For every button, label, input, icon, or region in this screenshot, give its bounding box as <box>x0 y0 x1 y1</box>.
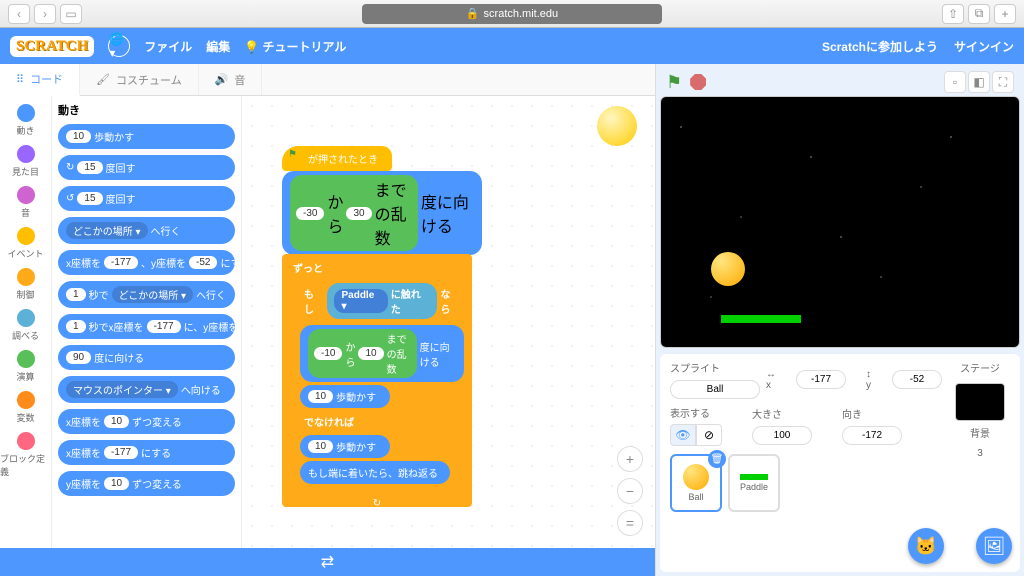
palette-heading: 動き <box>58 102 235 118</box>
block-move-1[interactable]: 10歩動かす <box>300 385 390 408</box>
signin-link[interactable]: サインイン <box>954 38 1014 55</box>
block-point-towards[interactable]: マウスのポインター ▾へ向ける <box>58 376 235 403</box>
block-glide[interactable]: 1秒でどこかの場所 ▾へ行く <box>58 281 235 308</box>
script-canvas[interactable]: ⚑が押されたとき -30から30までの乱数度に向ける ずっと もしPaddle … <box>242 96 655 548</box>
show-on[interactable]: 👁 <box>670 424 696 446</box>
sidebar-button[interactable]: ▭ <box>60 4 82 24</box>
block-move-2[interactable]: 10歩動かす <box>300 435 390 458</box>
sprite-y-input[interactable] <box>892 370 942 389</box>
block-turn-cw[interactable]: ↻15度回す <box>58 155 235 180</box>
sprite-x-input[interactable] <box>796 370 846 389</box>
category-制御[interactable]: 制御 <box>0 264 51 305</box>
script-stack[interactable]: ⚑が押されたとき -30から30までの乱数度に向ける ずっと もしPaddle … <box>282 146 482 507</box>
share-button[interactable]: ⇧ <box>942 4 964 24</box>
forward-button[interactable]: › <box>34 4 56 24</box>
sprite-ball-onstage[interactable] <box>711 252 745 286</box>
block-palette: 動き 10歩動かす ↻15度回す ↺15度回す どこかの場所 ▾へ行く x座標を… <box>52 96 242 548</box>
language-button[interactable]: 🌐 ▾ <box>108 35 130 57</box>
block-categories: 動き見た目音イベント制御調べる演算変数ブロック定義 <box>0 96 52 548</box>
category-見た目[interactable]: 見た目 <box>0 141 51 182</box>
stage-thumbnail[interactable] <box>955 383 1005 421</box>
block-if-else[interactable]: もしPaddle ▾に触れたなら -10から10までの乱数度に向ける 10歩動か… <box>293 277 471 498</box>
edit-menu[interactable]: 編集 <box>206 38 230 55</box>
sprite-tile-paddle[interactable]: Paddle <box>728 454 780 512</box>
block-setx[interactable]: x座標を-177にする <box>58 440 235 465</box>
stop-button[interactable] <box>690 74 706 90</box>
backpack-button[interactable]: ⇄ <box>0 548 655 576</box>
hat-when-flag[interactable]: ⚑が押されたとき <box>282 146 392 171</box>
editor-tabs: ⠿コード 🖌コスチューム 🔊音 <box>0 64 655 96</box>
tab-costumes[interactable]: 🖌コスチューム <box>80 64 199 95</box>
block-gotoxy[interactable]: x座標を-177、y座標を-52にする <box>58 250 235 275</box>
category-演算[interactable]: 演算 <box>0 346 51 387</box>
block-forever[interactable]: ずっと もしPaddle ▾に触れたなら -10から10までの乱数度に向ける 1… <box>282 254 472 507</box>
block-move-steps[interactable]: 10歩動かす <box>58 124 235 149</box>
block-bounce[interactable]: もし端に着いたら、跳ね返る <box>300 461 450 484</box>
category-調べる[interactable]: 調べる <box>0 305 51 346</box>
zoom-in[interactable]: + <box>617 446 643 472</box>
top-bar: SCRATCH 🌐 ▾ ファイル 編集 💡 チュートリアル Scratchに参加… <box>0 28 1024 64</box>
block-goto[interactable]: どこかの場所 ▾へ行く <box>58 217 235 244</box>
stage[interactable] <box>660 96 1020 348</box>
back-button[interactable]: ‹ <box>8 4 30 24</box>
block-point-random[interactable]: -30から30までの乱数度に向ける <box>282 171 482 255</box>
backpack-icon: ⇄ <box>321 552 334 572</box>
sprite-size-input[interactable] <box>752 426 812 445</box>
scratch-logo[interactable]: SCRATCH <box>10 36 94 57</box>
block-point-dir[interactable]: 90度に向ける <box>58 345 235 370</box>
block-glidexy[interactable]: 1秒でx座標を-177に、y座標を <box>58 314 235 339</box>
delete-sprite[interactable]: 🗑 <box>708 450 726 468</box>
sprite-paddle-onstage[interactable] <box>721 315 801 323</box>
block-changex[interactable]: x座標を10ずつ変える <box>58 409 235 434</box>
sprite-name-input[interactable] <box>670 380 760 399</box>
small-stage-button[interactable]: ▫ <box>944 71 966 93</box>
browser-bar: ‹ › ▭ 🔒 scratch.mit.edu ⇧ ⧉ + <box>0 0 1024 28</box>
join-link[interactable]: Scratchに参加しよう <box>822 38 938 55</box>
url-bar[interactable]: 🔒 scratch.mit.edu <box>362 4 662 24</box>
tutorials-menu[interactable]: 💡 チュートリアル <box>244 38 346 55</box>
tab-code[interactable]: ⠿コード <box>0 64 80 96</box>
green-flag-button[interactable]: ⚑ <box>666 72 682 93</box>
sprite-tile-ball[interactable]: 🗑Ball <box>670 454 722 512</box>
large-stage-button[interactable]: ◧ <box>968 71 990 93</box>
tab-sounds[interactable]: 🔊音 <box>199 64 263 95</box>
sprite-label: スプライト <box>670 360 760 375</box>
tabs-button[interactable]: ⧉ <box>968 4 990 24</box>
zoom-controls: + − = <box>617 446 643 536</box>
sprite-thumbnail <box>597 106 637 146</box>
block-point-random-2[interactable]: -10から10までの乱数度に向ける <box>300 325 464 382</box>
zoom-out[interactable]: − <box>617 478 643 504</box>
category-動き[interactable]: 動き <box>0 100 51 141</box>
category-変数[interactable]: 変数 <box>0 387 51 428</box>
add-backdrop-button[interactable]: 🖼 <box>976 528 1012 564</box>
category-ブロック定義[interactable]: ブロック定義 <box>0 428 51 482</box>
zoom-reset[interactable]: = <box>617 510 643 536</box>
add-sprite-button[interactable]: 🐱 <box>908 528 944 564</box>
block-changey[interactable]: y座標を10ずつ変える <box>58 471 235 496</box>
add-button[interactable]: + <box>994 4 1016 24</box>
show-off[interactable]: ⊘ <box>696 424 722 446</box>
category-音[interactable]: 音 <box>0 182 51 223</box>
backdrop-stars <box>661 97 1019 347</box>
category-イベント[interactable]: イベント <box>0 223 51 264</box>
flag-icon: ⚑ <box>288 149 297 160</box>
sprite-dir-input[interactable] <box>842 426 902 445</box>
fullscreen-button[interactable]: ⛶ <box>992 71 1014 93</box>
file-menu[interactable]: ファイル <box>144 38 192 55</box>
block-turn-ccw[interactable]: ↺15度回す <box>58 186 235 211</box>
